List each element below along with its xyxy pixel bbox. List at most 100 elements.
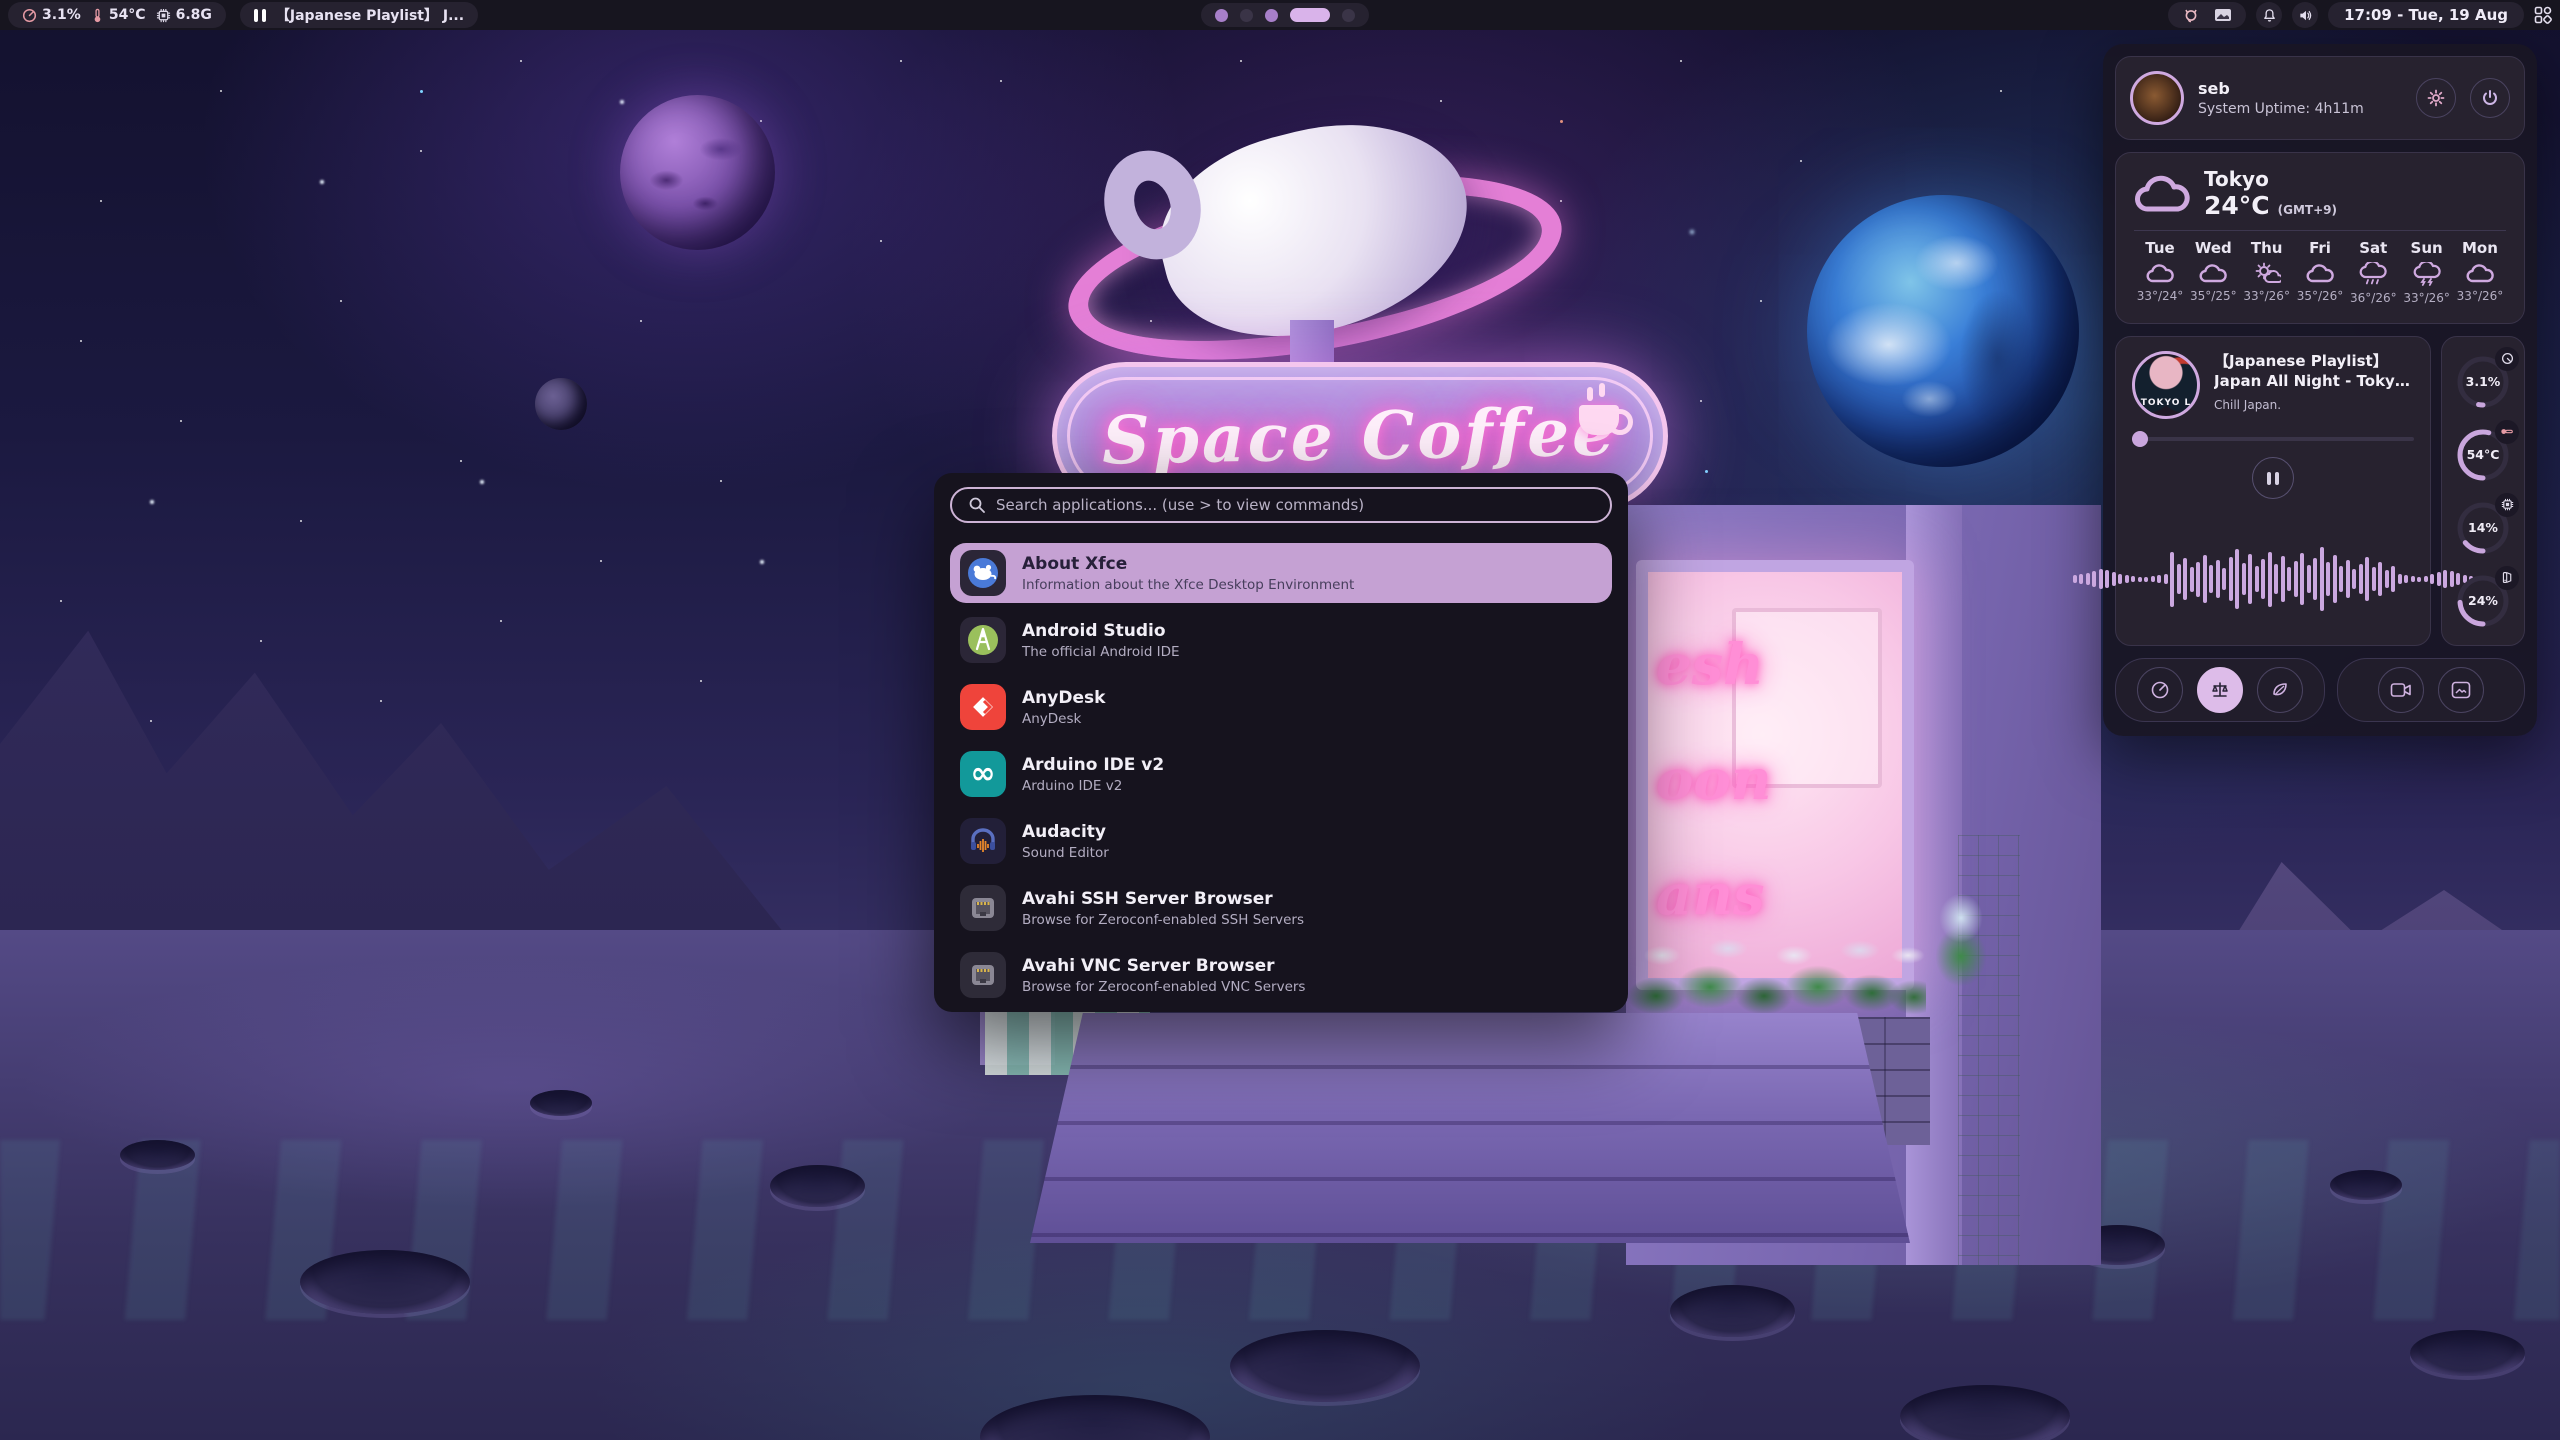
- crater: [530, 1090, 592, 1116]
- app-row-arduino[interactable]: ∞ Arduino IDE v2 Arduino IDE v2: [950, 744, 1612, 804]
- workspace-dot-1[interactable]: [1215, 9, 1228, 22]
- pause-icon: [2267, 472, 2279, 485]
- app-row-audacity[interactable]: Audacity Sound Editor: [950, 811, 1612, 871]
- app-description: Browse for Zeroconf-enabled VNC Servers: [1022, 979, 1305, 995]
- audacity-icon: [960, 818, 1006, 864]
- image-icon: [2451, 681, 2471, 699]
- temperature-gauge: 54°C: [2454, 426, 2512, 484]
- app-name: Audacity: [1022, 822, 1109, 842]
- wallpaper-icon[interactable]: [2214, 8, 2232, 22]
- performance-mode-button[interactable]: [2137, 667, 2183, 713]
- volume-button[interactable]: [2292, 2, 2318, 28]
- power-button[interactable]: [2470, 78, 2510, 118]
- workspace-indicator[interactable]: [1201, 3, 1369, 27]
- settings-button[interactable]: [2416, 78, 2456, 118]
- app-description: Arduino IDE v2: [1022, 778, 1164, 794]
- clock[interactable]: 17:09 - Tue, 19 Aug: [2328, 2, 2524, 28]
- temperature-stat: 54°C: [91, 7, 146, 23]
- speedometer-icon: [2150, 680, 2170, 700]
- sun-cloud-icon: [2253, 262, 2281, 284]
- cpu-gauge: 3.1%: [2454, 353, 2512, 411]
- leaf-icon: [2270, 680, 2290, 700]
- window-neon-text: esh: [1656, 632, 1764, 698]
- speedometer-icon: [22, 8, 37, 23]
- cloud-icon: [2146, 262, 2174, 284]
- video-camera-icon: [2390, 681, 2412, 699]
- track-artist: Chill Japan.: [2214, 398, 2414, 412]
- storm-icon: [2413, 262, 2441, 286]
- workspace-dot-3[interactable]: [1265, 9, 1278, 22]
- app-launcher: About Xfce Information about the Xfce De…: [934, 473, 1628, 1012]
- now-playing-pill[interactable]: 【Japanese Playlist】 J...: [240, 2, 478, 28]
- workspace-dot-2[interactable]: [1240, 9, 1253, 22]
- weather-timezone: (GMT+9): [2278, 203, 2337, 217]
- arduino-icon: ∞: [960, 751, 1006, 797]
- system-stats-pill[interactable]: 3.1% 54°C 6.8G: [8, 2, 226, 28]
- search-icon: [968, 496, 986, 514]
- power-icon: [2480, 88, 2500, 108]
- search-input[interactable]: [996, 496, 1594, 514]
- memory-gauge: 14%: [2454, 499, 2512, 557]
- app-description: AnyDesk: [1022, 711, 1105, 727]
- screen-record-button[interactable]: [2378, 667, 2424, 713]
- crater: [1230, 1330, 1420, 1402]
- app-name: Android Studio: [1022, 621, 1180, 641]
- weather-city: Tokyo: [2204, 167, 2337, 191]
- crater: [2330, 1170, 2402, 1200]
- capture-group: [2337, 658, 2525, 722]
- sign-cup-icon: [1579, 405, 1619, 435]
- screenshot-button[interactable]: [2438, 667, 2484, 713]
- app-description: Information about the Xfce Desktop Envir…: [1022, 577, 1354, 593]
- app-list: About Xfce Information about the Xfce De…: [950, 543, 1612, 1005]
- seek-handle[interactable]: [2132, 431, 2148, 447]
- balanced-mode-button[interactable]: [2197, 667, 2243, 713]
- uptime-label: System Uptime: 4h11m: [2198, 101, 2402, 117]
- app-row-avahi-ssh[interactable]: Avahi SSH Server Browser Browse for Zero…: [950, 878, 1612, 938]
- disk-gauge: 24%: [2454, 572, 2512, 630]
- system-gauges-card: 3.1% 54°C 14% 24%: [2441, 336, 2525, 646]
- crater: [770, 1165, 865, 1207]
- seek-bar[interactable]: [2132, 437, 2414, 441]
- network-port-icon: [960, 885, 1006, 931]
- gear-icon: [2426, 88, 2446, 108]
- workspace-active[interactable]: [1290, 8, 1330, 22]
- track-title: 【Japanese Playlist】 Japan All Night - To…: [2214, 351, 2414, 392]
- weather-card: Tokyo 24°C (GMT+9) Tue 33°/24° Wed: [2115, 152, 2525, 324]
- app-row-avahi-vnc[interactable]: Avahi VNC Server Browser Browse for Zero…: [950, 945, 1612, 1005]
- now-playing-label: 【Japanese Playlist】 J...: [276, 5, 464, 25]
- thermometer-icon: [2495, 420, 2519, 444]
- android-studio-icon: [960, 617, 1006, 663]
- tray-pill[interactable]: [2168, 2, 2246, 28]
- cloud-icon: [2466, 262, 2494, 284]
- disk-icon: [2495, 566, 2519, 590]
- network-port-icon: [960, 952, 1006, 998]
- power-saver-mode-button[interactable]: [2257, 667, 2303, 713]
- search-bar[interactable]: [950, 487, 1612, 523]
- window-neon-text: ans: [1656, 862, 1765, 928]
- forecast-day: Tue 33°/24°: [2134, 239, 2186, 305]
- app-row-about-xfce[interactable]: About Xfce Information about the Xfce De…: [950, 543, 1612, 603]
- user-card: seb System Uptime: 4h11m: [2115, 56, 2525, 140]
- pause-button[interactable]: [2252, 457, 2294, 499]
- top-bar: 3.1% 54°C 6.8G 【Japanese Playlist】 J...: [0, 0, 2560, 30]
- cat-icon[interactable]: [2182, 7, 2200, 23]
- bell-icon: [2262, 8, 2277, 23]
- app-row-android-studio[interactable]: Android Studio The official Android IDE: [950, 610, 1612, 670]
- app-grid-icon[interactable]: [2534, 6, 2552, 24]
- app-row-anydesk[interactable]: AnyDesk AnyDesk: [950, 677, 1612, 737]
- app-description: Sound Editor: [1022, 845, 1109, 861]
- forecast-row: Tue 33°/24° Wed 35°/25° Thu 33°/26° Fri: [2134, 239, 2506, 305]
- workspace-dot-5[interactable]: [1342, 9, 1355, 22]
- window-plants: [1626, 960, 1926, 1020]
- app-name: Avahi SSH Server Browser: [1022, 889, 1304, 909]
- app-name: AnyDesk: [1022, 688, 1105, 708]
- cloud-icon: [2199, 262, 2227, 284]
- side-plant: [1926, 885, 1996, 995]
- earth-planet: [1807, 195, 2079, 467]
- avatar: [2130, 71, 2184, 125]
- pause-icon: [254, 9, 266, 22]
- audio-visualizer: [2128, 527, 2418, 631]
- notifications-button[interactable]: [2256, 2, 2282, 28]
- rain-icon: [2359, 262, 2387, 286]
- crater: [120, 1140, 195, 1170]
